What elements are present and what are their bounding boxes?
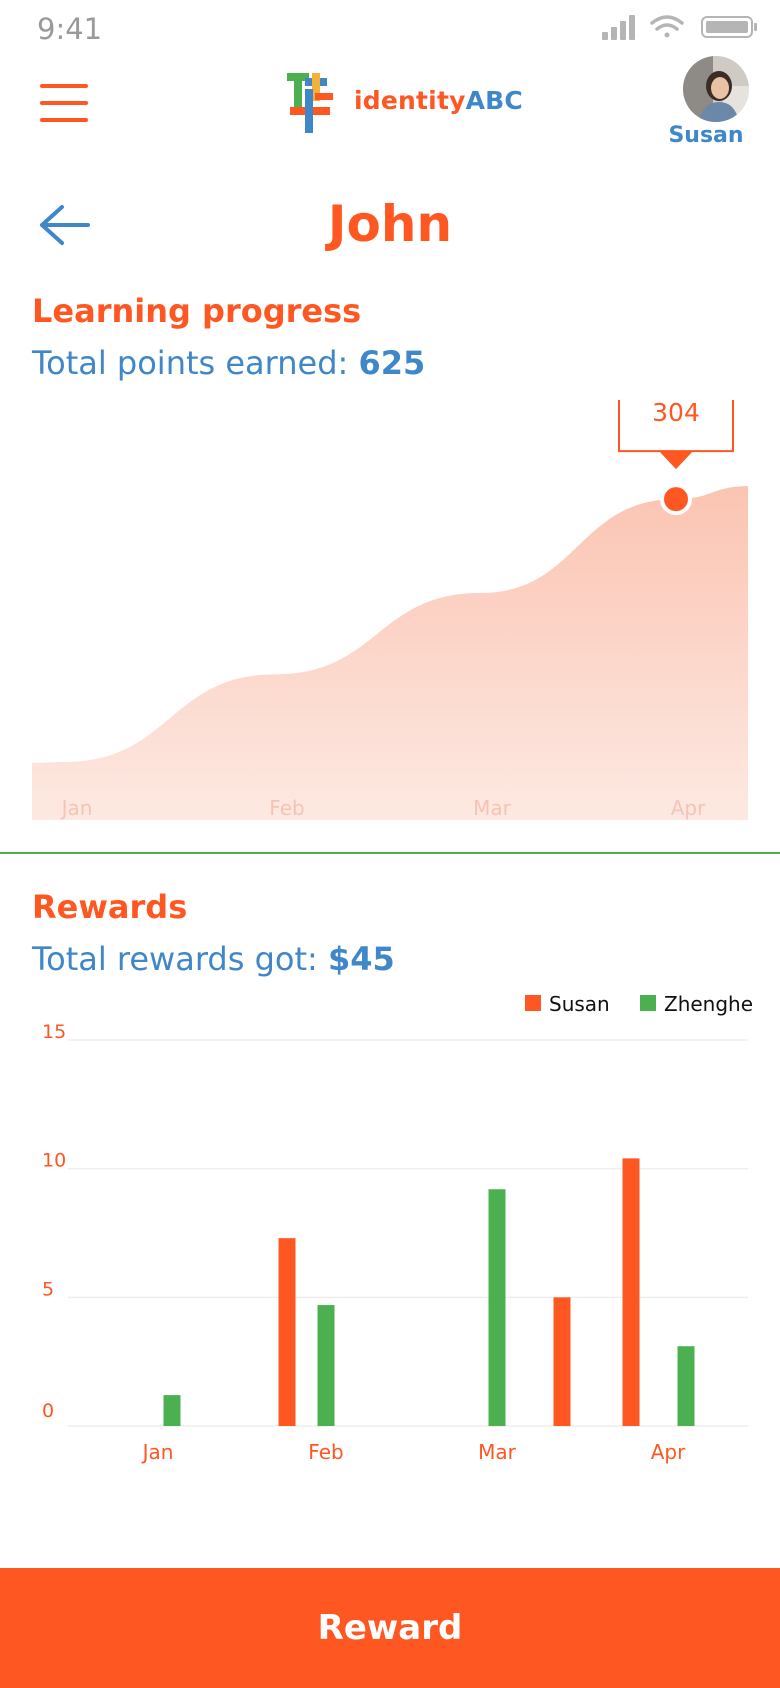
x-tick-label: Mar: [478, 1440, 517, 1464]
x-tick-label: Jan: [141, 1440, 174, 1464]
total-rewards: $45: [327, 940, 395, 978]
total-points: 625: [358, 344, 426, 382]
x-tick-label: Apr: [651, 1440, 686, 1464]
section-divider: [0, 852, 780, 854]
callout-value: 304: [652, 400, 700, 427]
legend-label: Susan: [549, 992, 610, 1016]
status-time: 9:41: [37, 12, 103, 46]
rewards-chart: 0 5 10 15 Jan Feb Mar Apr Susan Zhenghe: [42, 992, 753, 1464]
bar-susan: [622, 1158, 640, 1426]
x-tick-label: Jan: [60, 796, 93, 820]
bar-zhenghe: [317, 1305, 335, 1426]
logo-text: identityABC: [354, 86, 523, 115]
y-tick-label: 15: [42, 1021, 66, 1043]
current-point: [660, 483, 692, 516]
signal-icon: [602, 15, 635, 40]
rewards-title: Rewards: [32, 888, 188, 926]
y-tick-label: 10: [42, 1150, 66, 1172]
bar-zhenghe: [488, 1189, 506, 1426]
progress-title: Learning progress: [32, 292, 362, 330]
callout-pointer: [659, 451, 693, 470]
menu-icon[interactable]: [40, 84, 88, 122]
page-title: John: [327, 195, 453, 253]
reward-button[interactable]: Reward: [0, 1568, 780, 1688]
legend-swatch: [640, 995, 656, 1011]
x-tick-label: Feb: [308, 1440, 343, 1464]
wifi-icon: [650, 15, 684, 38]
user-name[interactable]: Susan: [666, 123, 746, 148]
battery-icon: [701, 16, 757, 38]
legend-swatch: [525, 995, 541, 1011]
bar-susan: [553, 1297, 571, 1426]
rewards-subtitle: Total rewards got: $45: [32, 940, 395, 978]
x-tick-label: Mar: [473, 796, 512, 820]
legend-label: Zhenghe: [664, 992, 753, 1016]
y-tick-label: 5: [42, 1278, 54, 1300]
y-tick-label: 0: [42, 1400, 54, 1422]
progress-subtitle: Total points earned: 625: [32, 344, 426, 382]
progress-chart: Jan Feb Mar Apr 304: [32, 400, 748, 820]
bar-susan: [278, 1238, 296, 1426]
bar-zhenghe: [163, 1395, 181, 1426]
x-tick-label: Apr: [671, 796, 706, 820]
x-tick-label: Feb: [269, 796, 304, 820]
logo-icon: [287, 73, 333, 133]
status-icons: [602, 15, 757, 40]
avatar[interactable]: [683, 56, 749, 122]
progress-area: [32, 486, 748, 820]
avatar-image: [683, 56, 749, 122]
bar-zhenghe: [677, 1346, 695, 1426]
